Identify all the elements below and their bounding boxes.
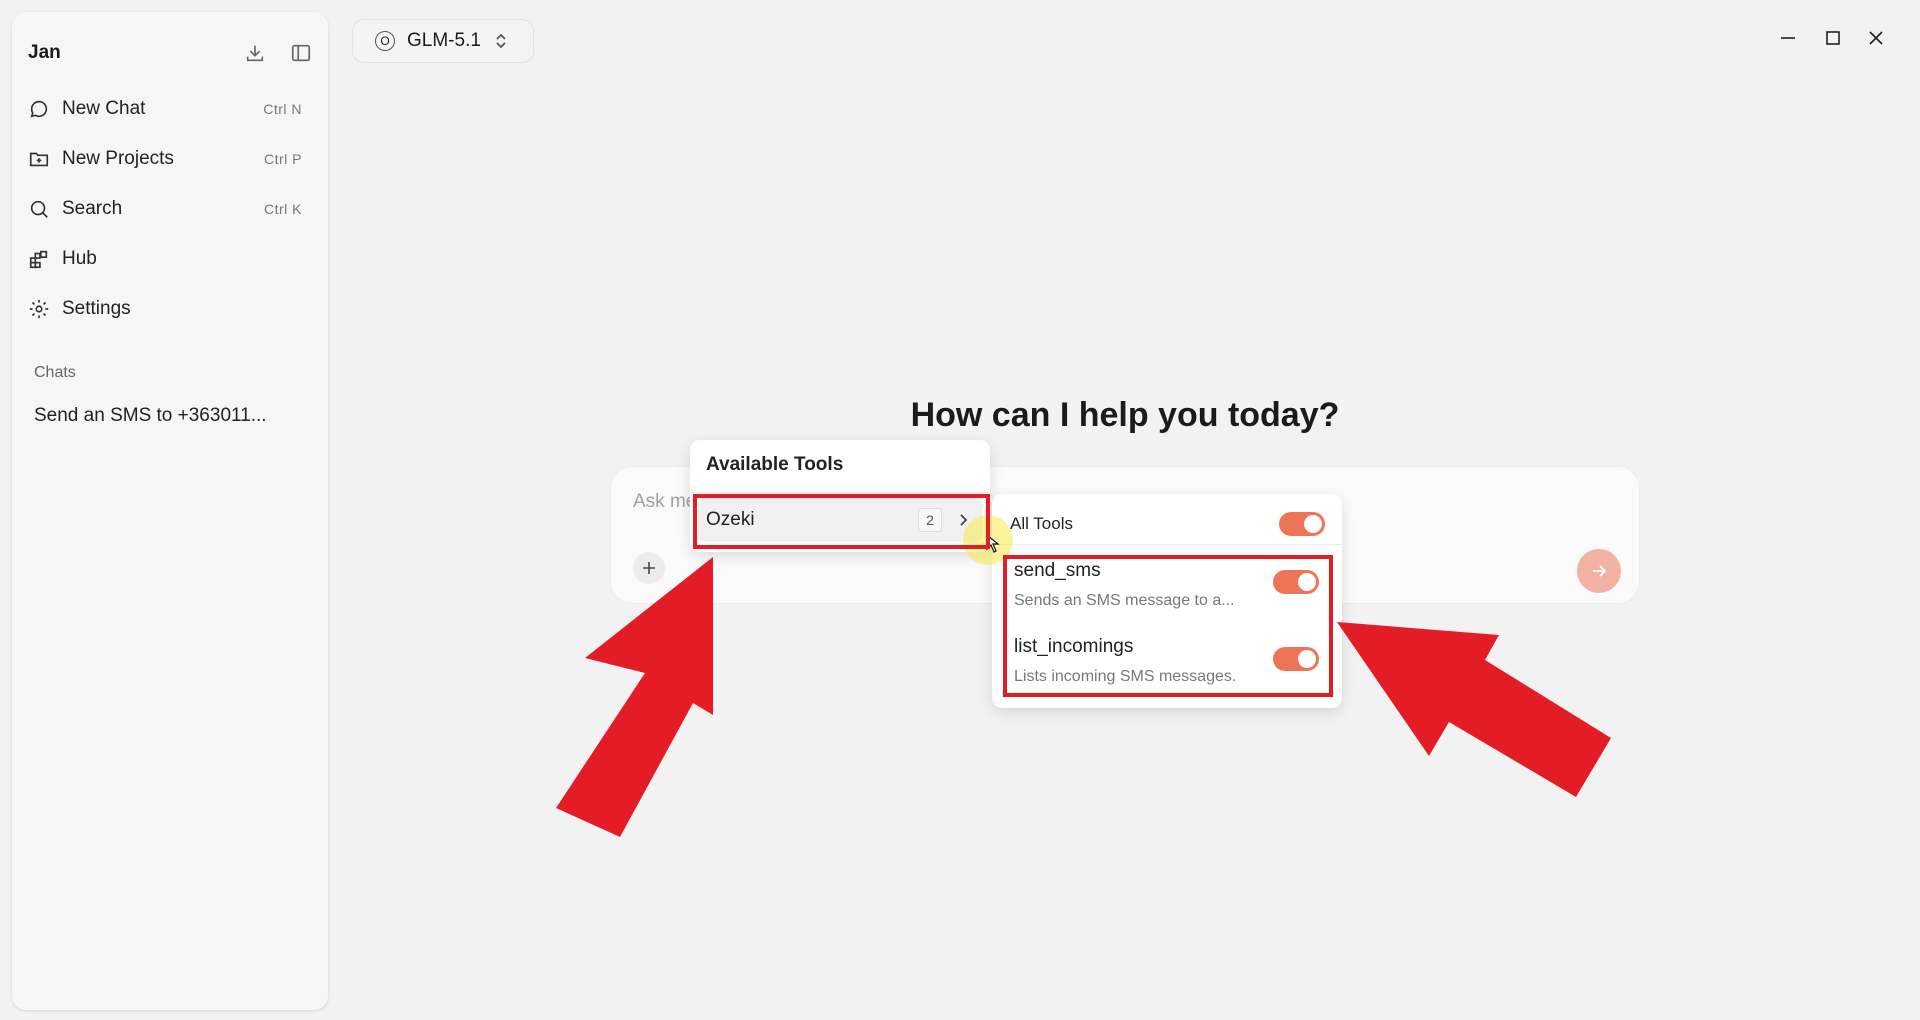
annotation-arrow-right (1337, 622, 1611, 797)
annotation-arrows (556, 557, 1611, 837)
annotation-arrow-left (556, 557, 713, 837)
